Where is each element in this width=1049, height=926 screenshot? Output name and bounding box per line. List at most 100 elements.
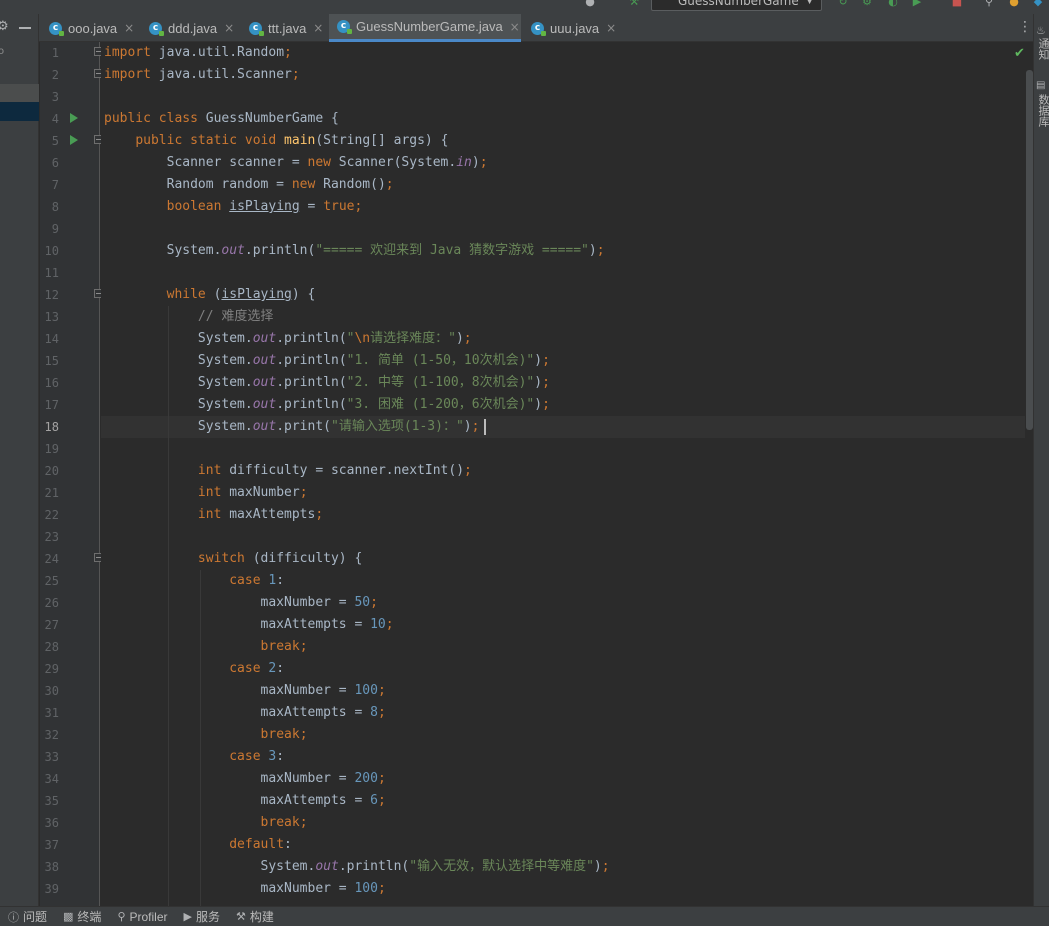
more-vertical-icon[interactable]: ⋮: [1018, 20, 1032, 34]
line-number: 9: [51, 222, 59, 236]
user-icon[interactable]: ●: [583, 0, 597, 8]
tab-label: uuu.java: [550, 20, 600, 36]
code-line: case 1:: [229, 573, 285, 588]
run-main-icon[interactable]: [70, 135, 78, 145]
tab-label: GuessNumberGame.java: [356, 19, 503, 34]
line-number: 7: [51, 178, 59, 192]
code-line: default:: [229, 837, 292, 852]
java-class-icon: c: [149, 21, 164, 36]
hammer-icon: ⚒: [236, 910, 246, 923]
code-line: Random random = new Random();: [104, 177, 394, 192]
services-icon: ▶: [183, 910, 192, 923]
project-tree-edge: o: [0, 46, 5, 57]
line-number: 21: [44, 486, 59, 500]
stop-icon[interactable]: ■: [950, 0, 964, 8]
code-line: System.out.println("2. 中等 (1-100，8次机会)")…: [104, 375, 550, 390]
problems-tool-button[interactable]: ⓘ 问题: [8, 908, 47, 925]
line-number: 1: [51, 46, 59, 60]
line-number: 17: [44, 398, 59, 412]
code-line: maxNumber = 100;: [104, 881, 386, 896]
java-class-icon: c: [49, 21, 64, 36]
services-label: 服务: [195, 910, 220, 924]
code-line: System.out.println("\n请选择难度：");: [104, 331, 472, 346]
code-line: maxAttempts = 6;: [104, 793, 386, 808]
code-line: while (isPlaying) {: [166, 287, 316, 302]
run-configuration-selector[interactable]: GuessNumberGame ▼: [651, 0, 822, 11]
line-number: 12: [44, 288, 59, 302]
line-number: 33: [44, 750, 59, 764]
java-class-icon: c: [249, 21, 264, 36]
code-line: System.out.print("请输入选项(1-3)：");: [104, 419, 480, 434]
code-line: System.out.println("输入无效，默认选择中等难度");: [104, 859, 610, 874]
chevron-down-icon: ▼: [806, 0, 813, 6]
profile-icon[interactable]: ▶: [910, 0, 924, 8]
code-line: System.out.println("===== 欢迎来到 Java 猜数字游…: [104, 243, 605, 258]
tab-label: ttt.java: [268, 20, 307, 36]
code-line: import java.util.Scanner;: [104, 67, 300, 82]
tab-label: ddd.java: [168, 20, 218, 36]
line-number: 32: [44, 728, 59, 742]
minimize-icon[interactable]: [19, 27, 31, 29]
line-number: 35: [44, 794, 59, 808]
tool-window-bar: ⓘ 问题 ▩ 终端 ⚲ Profiler ▶ 服务 ⚒ 构建: [0, 906, 1049, 926]
debug-icon[interactable]: ⚙: [860, 0, 874, 8]
build-label: 构建: [249, 910, 274, 924]
close-icon[interactable]: ×: [224, 21, 234, 35]
plugin-icon[interactable]: ◆: [1031, 0, 1045, 8]
code-line: break;: [260, 727, 308, 742]
database-tool-button[interactable]: 数据库: [1035, 94, 1049, 127]
rerun-icon[interactable]: ↻: [836, 0, 850, 8]
code-line: maxNumber = 100;: [104, 683, 386, 698]
line-number: 5: [51, 134, 59, 148]
line-number: 4: [51, 112, 59, 126]
close-icon[interactable]: ×: [124, 21, 134, 35]
bell-icon[interactable]: ♨: [1036, 24, 1046, 37]
terminal-label: 终端: [77, 910, 102, 924]
code-line: maxNumber = 200;: [104, 771, 386, 786]
line-number: 37: [44, 838, 59, 852]
line-number: 38: [44, 860, 59, 874]
line-number: 26: [44, 596, 59, 610]
search-icon[interactable]: ⚲: [982, 0, 996, 8]
code-line: Scanner scanner = new Scanner(System.in)…: [104, 155, 488, 170]
tab-label: ooo.java: [68, 20, 118, 36]
terminal-tool-button[interactable]: ▩ 终端: [63, 908, 101, 925]
profiler-tool-button[interactable]: ⚲ Profiler: [117, 910, 167, 924]
hammer-icon[interactable]: ⚒: [627, 0, 641, 8]
notifications-tool-button[interactable]: 通知: [1035, 38, 1049, 60]
tab-ooo[interactable]: c ooo.java ×: [49, 14, 145, 42]
tab-ddd[interactable]: c ddd.java ×: [149, 14, 245, 42]
coverage-icon[interactable]: ◐: [886, 0, 900, 8]
project-tree-row[interactable]: [0, 84, 39, 104]
project-tree-row-selected[interactable]: [0, 102, 39, 121]
code-line: case 3:: [229, 749, 285, 764]
code-line: maxAttempts = 10;: [104, 617, 394, 632]
tab-ttt[interactable]: c ttt.java ×: [249, 14, 333, 42]
gear-icon[interactable]: ⚙: [0, 19, 9, 34]
tab-uuu[interactable]: c uuu.java ×: [531, 14, 627, 42]
database-icon[interactable]: ▤: [1036, 80, 1045, 91]
code-line: case 2:: [229, 661, 285, 676]
update-icon[interactable]: ●: [1007, 0, 1021, 8]
line-number: 25: [44, 574, 59, 588]
profiler-icon: ⚲: [117, 910, 126, 923]
close-icon[interactable]: ×: [313, 21, 323, 35]
build-tool-button[interactable]: ⚒ 构建: [236, 908, 274, 925]
line-number: 20: [44, 464, 59, 478]
close-icon[interactable]: ×: [606, 21, 616, 35]
code-line: System.out.println("3. 困难 (1-200，6次机会)")…: [104, 397, 550, 412]
top-toolbar: ● ⚒ GuessNumberGame ▼ ↻ ⚙ ◐ ▶ ■ ⚲ ● ◆: [0, 0, 1049, 14]
services-tool-button[interactable]: ▶ 服务: [184, 908, 220, 925]
code-line: maxNumber = 50;: [104, 595, 378, 610]
java-class-icon: c: [337, 20, 352, 34]
run-class-icon[interactable]: [70, 113, 78, 123]
code-line: switch (difficulty) {: [197, 551, 363, 566]
close-icon[interactable]: ×: [510, 20, 520, 34]
tab-guessnumbergame[interactable]: c GuessNumberGame.java ×: [329, 14, 521, 42]
code-line: import java.util.Random;: [104, 45, 292, 60]
line-number: 22: [44, 508, 59, 522]
line-number: 8: [51, 200, 59, 214]
line-number: 27: [44, 618, 59, 632]
vertical-scrollbar[interactable]: [1026, 70, 1033, 430]
code-editor[interactable]: import java.util.Random; import java.util…: [101, 42, 1033, 906]
